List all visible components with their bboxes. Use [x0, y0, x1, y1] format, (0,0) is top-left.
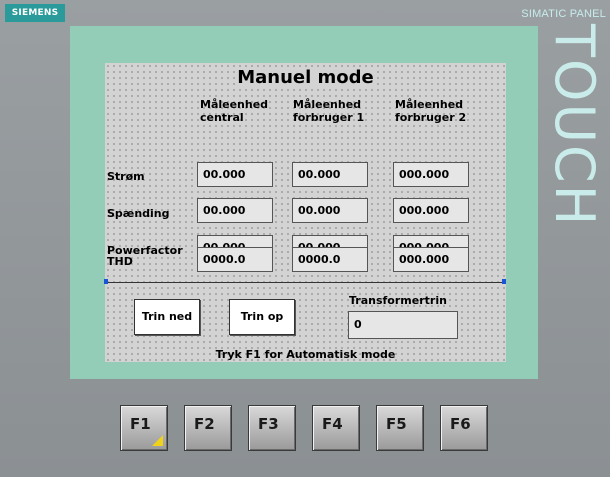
- separator-line: [105, 282, 506, 283]
- transformer-label: Transformertrin: [349, 294, 447, 307]
- f3-key-label: F3: [258, 415, 279, 433]
- row-label-thd: THD: [107, 255, 133, 268]
- thd-forbruger-1-field: 0000.0: [292, 247, 368, 272]
- f2-key[interactable]: F2: [184, 405, 232, 451]
- f6-key[interactable]: F6: [440, 405, 488, 451]
- f5-key-label: F5: [386, 415, 407, 433]
- panel-model-label: SIMATIC PANEL: [521, 8, 606, 20]
- trin-ned-button[interactable]: Trin ned: [134, 299, 200, 335]
- f1-marker-icon: [152, 435, 163, 446]
- f2-key-label: F2: [194, 415, 215, 433]
- touch-label: TOUCH: [543, 24, 606, 228]
- transformer-value-field: 0: [348, 311, 458, 339]
- separator-handle-right: [502, 279, 506, 284]
- f1-key[interactable]: F1: [120, 405, 168, 451]
- f1-key-label: F1: [130, 415, 151, 433]
- f5-key[interactable]: F5: [376, 405, 424, 451]
- f4-key[interactable]: F4: [312, 405, 360, 451]
- f6-key-label: F6: [450, 415, 471, 433]
- automatic-mode-hint: Tryk F1 for Automatisk mode: [215, 348, 396, 361]
- separator-handle-left: [104, 279, 108, 284]
- f3-key[interactable]: F3: [248, 405, 296, 451]
- trin-op-button[interactable]: Trin op: [229, 299, 295, 335]
- thd-forbruger-2-field: 000.000: [393, 247, 469, 272]
- thd-central-field: 0000.0: [197, 247, 273, 272]
- canvas-overlay: THD 0000.0 0000.0 000.000 Trin ned Trin …: [104, 63, 506, 362]
- siemens-logo: SIEMENS: [5, 4, 65, 22]
- f4-key-label: F4: [322, 415, 343, 433]
